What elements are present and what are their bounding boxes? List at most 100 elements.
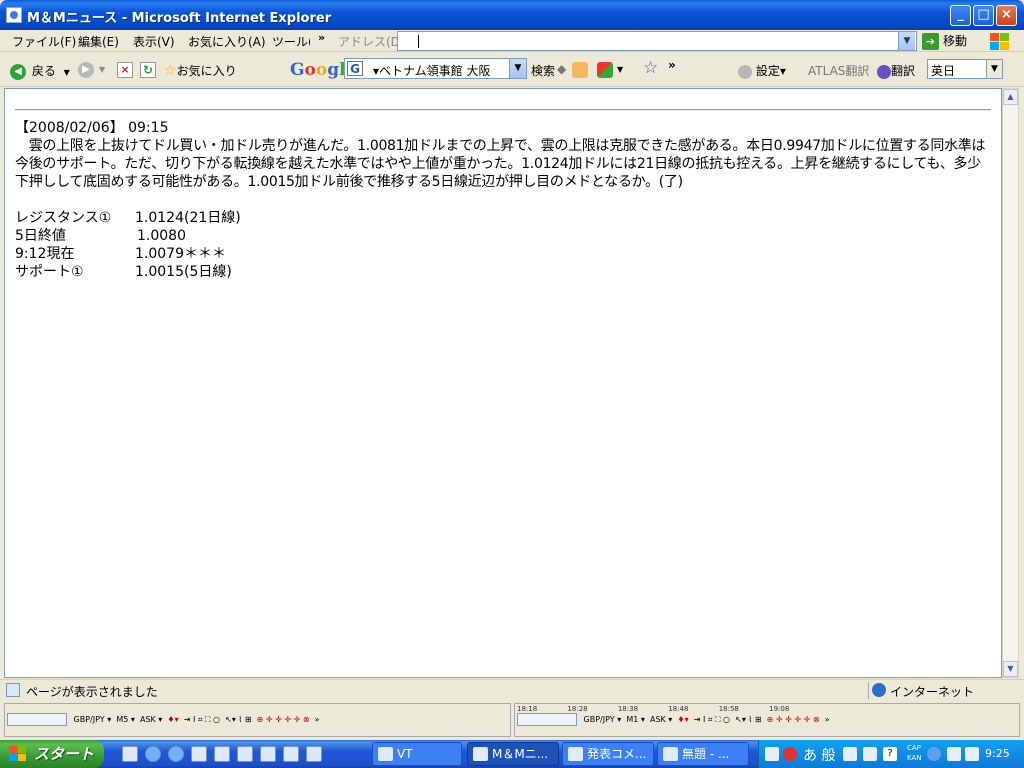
go-button[interactable]: ➔ 移動	[922, 32, 967, 50]
ie-window: M＆Mニュース - Microsoft Internet Explorer _ …	[0, 0, 1024, 740]
favorites-button[interactable]: ☆お気に入り	[164, 62, 237, 79]
forward-dropdown-icon[interactable]: ▼	[99, 65, 105, 74]
title-bar[interactable]: M＆Mニュース - Microsoft Internet Explorer _ …	[0, 0, 1024, 30]
menu-file[interactable]: ファイル(F)	[12, 33, 76, 50]
refresh-icon[interactable]: ↻	[140, 62, 156, 78]
keyboard-icon[interactable]	[765, 747, 779, 761]
task-ie[interactable]: M＆Mニ...	[467, 742, 559, 766]
chart-time-axis: 18:18 18:28 18:38 18:48 18:58 19:08	[517, 705, 789, 713]
quicklaunch-app4-icon[interactable]	[306, 746, 322, 762]
candle-icon[interactable]: ♦▾	[677, 715, 688, 724]
maximize-button[interactable]: □	[973, 5, 994, 26]
translate-language-value: 英日	[931, 64, 956, 78]
google-search-button[interactable]: 検索	[531, 62, 555, 79]
start-button[interactable]: スタート	[0, 740, 104, 768]
translate-language-select[interactable]: 英日 ▼	[927, 59, 1003, 79]
time-tick: 18:58	[718, 705, 739, 713]
settings-button[interactable]: 設定▾	[738, 62, 786, 79]
chart-tools-icon[interactable]: ⇥ Ⅰ ⌗ ⛶ ○	[184, 715, 220, 724]
address-input[interactable]	[397, 31, 917, 51]
address-dropdown-icon[interactable]: ▼	[898, 32, 915, 50]
address-label: アドレス(D)	[338, 35, 405, 49]
settings-label: 設定▾	[755, 64, 786, 78]
chart-toolbar-left-row: GBP/JPY ▾ M5 ▾ ASK ▾ ♦▾ ⇥ Ⅰ ⌗ ⛶ ○ ↖▾ ⌇ ⊞…	[7, 713, 320, 726]
cursor-tools-icon[interactable]: ↖▾ ⌇ ⊞	[735, 715, 761, 724]
ie-page-icon	[6, 7, 22, 23]
go-label: 移動	[943, 34, 968, 48]
back-button[interactable]: ◀ 戻る ▼	[10, 62, 70, 80]
atlas-translate-label[interactable]: ATLAS翻訳	[808, 62, 869, 79]
scroll-down-icon[interactable]: ▼	[1003, 661, 1018, 677]
quicklaunch-app2-icon[interactable]	[260, 746, 276, 762]
back-dropdown-icon[interactable]: ▼	[64, 68, 70, 77]
symbol-select[interactable]: GBP/JPY ▾	[74, 715, 112, 724]
scroll-up-icon[interactable]: ▲	[1003, 89, 1018, 105]
security-icon[interactable]	[965, 747, 979, 761]
candle-icon[interactable]: ♦▾	[167, 715, 178, 724]
stop-icon[interactable]: ×	[117, 62, 133, 78]
chart-toolbar-right-more-icon[interactable]: »	[825, 715, 830, 724]
article-dateline: 【2008/02/06】 09:15	[15, 120, 169, 136]
task-label: VT	[397, 747, 413, 761]
price-type-select[interactable]: ASK ▾	[140, 715, 162, 724]
quote-row: 9:12現在 1.0079＊＊＊	[15, 245, 991, 263]
menu-more-chevron-icon[interactable]: »	[318, 31, 325, 44]
translate-language-dropdown-icon[interactable]: ▼	[986, 60, 1002, 78]
settings-gear-icon	[738, 64, 752, 79]
task-untitled[interactable]: 無題 - ...	[657, 742, 749, 766]
quicklaunch-app3-icon[interactable]	[283, 746, 299, 762]
chart-toolbar-right: 18:18 18:28 18:38 18:48 18:58 19:08 GBP/…	[514, 703, 1020, 737]
forward-arrow-icon[interactable]: ▶	[78, 62, 94, 78]
google-g-icon: G	[347, 61, 363, 76]
google-search-input[interactable]: G ▾ベトナム領事館 大阪 ▼	[344, 58, 527, 79]
quicklaunch-ie2-icon[interactable]	[168, 746, 184, 762]
popup-blocker-icon[interactable]	[597, 62, 613, 78]
chart-toolbar-left: GBP/JPY ▾ M5 ▾ ASK ▾ ♦▾ ⇥ Ⅰ ⌗ ⛶ ○ ↖▾ ⌇ ⊞…	[4, 703, 511, 737]
symbol-select[interactable]: GBP/JPY ▾	[584, 715, 622, 724]
ime-pad-icon[interactable]	[863, 747, 877, 761]
quicklaunch-notepad-icon[interactable]	[191, 746, 207, 762]
price-type-select[interactable]: ASK ▾	[650, 715, 672, 724]
ime-tool-icon[interactable]	[843, 747, 857, 761]
news-icon[interactable]	[572, 62, 588, 78]
popup-dropdown-icon[interactable]: ▼	[617, 65, 623, 74]
task-vt[interactable]: VT	[372, 742, 462, 766]
quicklaunch-app-icon[interactable]	[237, 746, 253, 762]
quicklaunch-ie-icon[interactable]	[145, 746, 161, 762]
cursor-tools-icon[interactable]: ↖▾ ⌇ ⊞	[225, 715, 251, 724]
quicklaunch-doc-icon[interactable]	[122, 746, 138, 762]
chart-scrollbar[interactable]	[7, 713, 67, 726]
translate-globe-icon	[877, 64, 891, 79]
chart-tools-icon[interactable]: ⇥ Ⅰ ⌗ ⛶ ○	[694, 715, 730, 724]
quote-label: 5日終値	[15, 228, 66, 244]
chart-toolbar-left-more-icon[interactable]: »	[315, 715, 320, 724]
content-divider	[15, 109, 991, 111]
vertical-scrollbar[interactable]: ▲ ▼	[1002, 88, 1019, 678]
ime-mode-label[interactable]: あ 般	[803, 745, 835, 765]
quote-label: サポート①	[15, 264, 84, 280]
tray-expand-icon[interactable]	[927, 747, 941, 761]
time-tick: 19:08	[769, 705, 790, 713]
menu-edit[interactable]: 編集(E)	[78, 33, 119, 50]
window-title: M＆Mニュース - Microsoft Internet Explorer	[27, 11, 332, 26]
zoom-crosshair-icon[interactable]: ⊕ ✛ ✛ ✛ ✛ ⊗	[767, 715, 820, 724]
menu-view[interactable]: 表示(V)	[133, 33, 175, 50]
period-select[interactable]: M5 ▾	[116, 715, 135, 724]
quicklaunch-notepad2-icon[interactable]	[214, 746, 230, 762]
toolbar-more-chevron-icon[interactable]: »	[668, 58, 676, 72]
google-search-dropdown-icon[interactable]: ▼	[509, 59, 526, 78]
chart-scrollbar[interactable]	[517, 713, 577, 726]
help-icon[interactable]: ?	[883, 747, 897, 761]
zoom-crosshair-icon[interactable]: ⊕ ✛ ✛ ✛ ✛ ⊗	[257, 715, 310, 724]
close-button[interactable]: ×	[996, 5, 1017, 26]
task-comment[interactable]: 発表コメ...	[562, 742, 654, 766]
bookmark-star-icon[interactable]: ☆	[643, 58, 658, 78]
minimize-button[interactable]: _	[950, 5, 971, 26]
ime-icon[interactable]	[783, 747, 797, 761]
menu-favorites[interactable]: お気に入り(A)	[188, 33, 266, 50]
period-select[interactable]: M1 ▾	[626, 715, 645, 724]
task-vt-icon	[378, 747, 393, 761]
translate-button[interactable]: 翻訳	[877, 62, 915, 79]
menu-tools[interactable]: ツール(T)	[272, 33, 310, 50]
network-icon[interactable]	[947, 747, 961, 761]
